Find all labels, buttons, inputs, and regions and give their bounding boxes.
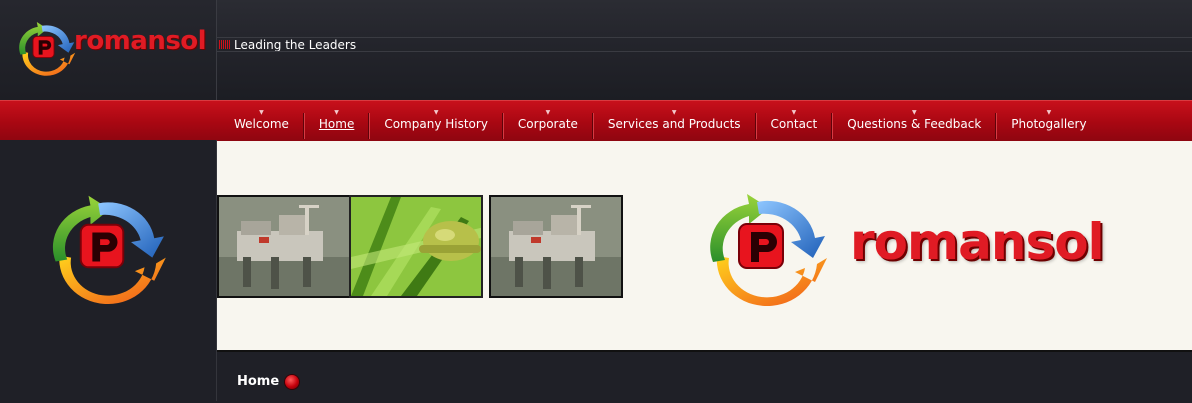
header-logo-area[interactable]: romansol xyxy=(0,0,217,100)
nav-arrow-icon: ▼ xyxy=(1046,109,1052,116)
nav-item-label: Corporate xyxy=(517,117,578,131)
nav-item-label: Photogallery xyxy=(1011,117,1087,131)
nav-item-label: Home xyxy=(318,117,355,131)
nav-item-welcome[interactable]: ▼ Welcome xyxy=(220,101,303,141)
nav-items: ▼ Welcome ▼ Home ▼ Company History ▼ Cor… xyxy=(220,101,1101,141)
nav-item-label: Services and Products xyxy=(607,117,741,131)
nav-arrow-icon: ▼ xyxy=(545,109,551,116)
red-bullet-icon xyxy=(285,375,299,389)
nav-item-label: Company History xyxy=(384,117,488,131)
nav-item-label: Contact xyxy=(770,117,818,131)
main-navigation: ▼ Welcome ▼ Home ▼ Company History ▼ Cor… xyxy=(0,100,1192,141)
nav-item-label: Questions & Feedback xyxy=(847,117,982,131)
nav-item-services-and-products[interactable]: ▼ Services and Products xyxy=(594,101,755,141)
promansol-logo-icon xyxy=(30,188,176,304)
site-tagline: Leading the Leaders xyxy=(234,38,357,52)
nav-item-corporate[interactable]: ▼ Corporate xyxy=(504,101,592,141)
header-brand-name[interactable]: romansol xyxy=(74,26,207,56)
tagline-divider-top xyxy=(217,37,1192,38)
left-sidebar xyxy=(0,140,217,401)
page-title: Home xyxy=(237,374,280,389)
header-banner: romansol xyxy=(217,141,1192,350)
promansol-logo-icon[interactable] xyxy=(8,18,80,76)
nav-arrow-icon: ▼ xyxy=(259,109,264,116)
nav-arrow-icon: ▼ xyxy=(671,109,677,116)
nav-arrow-icon: ▼ xyxy=(334,109,339,116)
nav-item-contact[interactable]: ▼ Contact xyxy=(757,101,832,141)
oil-rig-photo xyxy=(489,195,623,298)
banner-brand-name: romansol xyxy=(850,213,1105,271)
tagline-bars-icon xyxy=(219,40,230,49)
nav-arrow-icon: ▼ xyxy=(911,109,917,116)
nav-item-company-history[interactable]: ▼ Company History xyxy=(370,101,502,141)
oil-rig-photo xyxy=(217,195,351,298)
nav-item-label: Welcome xyxy=(234,117,289,131)
hard-hat-grass-photo xyxy=(349,195,483,298)
nav-item-photogallery[interactable]: ▼ Photogallery xyxy=(997,101,1100,141)
site-header: romansol Leading the Leaders xyxy=(0,0,1192,100)
nav-arrow-icon: ▼ xyxy=(433,109,439,116)
nav-item-questions-feedback[interactable]: ▼ Questions & Feedback xyxy=(833,101,995,141)
content-header: Home xyxy=(217,350,1192,403)
promansol-logo-icon xyxy=(687,185,837,307)
nav-item-home[interactable]: ▼ Home xyxy=(305,101,368,141)
tagline-divider-bottom xyxy=(217,51,1192,52)
nav-arrow-icon: ▼ xyxy=(791,109,797,116)
